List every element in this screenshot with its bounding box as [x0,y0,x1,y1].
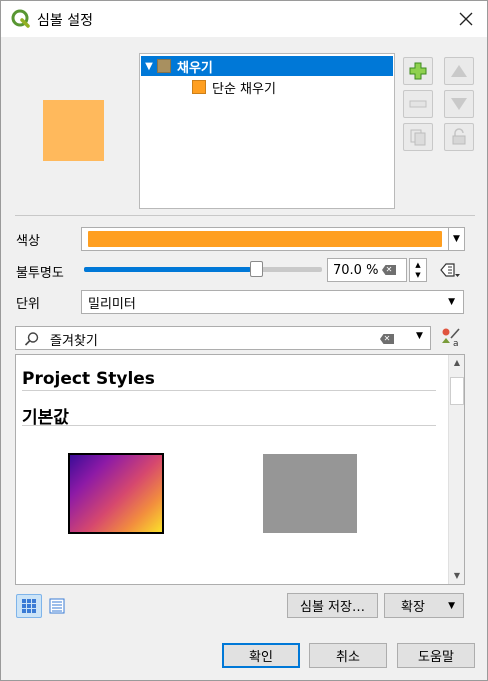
tree-item-label: 채우기 [177,60,213,76]
title-bar: 심볼 설정 [1,1,487,37]
symbol-thumbnail-gray[interactable] [263,454,357,533]
add-layer-button[interactable] [403,57,433,85]
save-symbol-button[interactable]: 심볼 저장… [287,593,378,618]
unit-label: 단위 [16,297,40,312]
unit-select[interactable]: 밀리미터 ▼ [81,290,464,314]
clear-icon[interactable]: ✕ [380,334,394,344]
ok-button[interactable]: 확인 [222,643,300,668]
lock-layer-button[interactable] [444,123,474,151]
opacity-label: 불투명도 [16,266,64,281]
layer-swatch [192,80,206,94]
duplicate-icon [410,129,426,146]
tree-item-simple-fill[interactable]: 단순 채우기 [192,77,276,97]
style-manager-button[interactable]: a [439,326,465,350]
chevron-down-icon: ▼ [448,297,455,307]
color-label: 색상 [16,234,40,249]
arrow-down-icon [451,98,467,110]
chevron-down-icon[interactable]: ▼ [415,270,420,280]
scroll-down-icon[interactable]: ▼ [449,568,464,584]
tree-item-label: 단순 채우기 [212,81,276,97]
window-title: 심볼 설정 [37,13,93,29]
color-swatch [88,231,442,247]
opacity-stepper[interactable]: ▲ ▼ [409,258,427,282]
tree-item-fill[interactable]: ▼ 채우기 [141,56,393,76]
opacity-slider-handle[interactable] [250,261,263,277]
chevron-down-icon[interactable]: ▼ [416,331,423,341]
qgis-logo-icon [11,9,30,28]
divider [15,215,475,216]
data-defined-override-button[interactable] [437,259,463,281]
opacity-value: 70.0 % [333,262,379,278]
cancel-button[interactable]: 취소 [309,643,387,668]
expand-arrow-icon[interactable]: ▼ [141,61,157,72]
duplicate-layer-button[interactable] [403,123,433,151]
unit-value: 밀리미터 [88,296,136,312]
layer-swatch [157,59,171,73]
search-input[interactable]: 즐겨찾기 [50,330,98,349]
close-icon [459,12,473,26]
symbol-preview [43,100,104,161]
scroll-up-icon[interactable]: ▲ [449,355,464,371]
color-button[interactable] [81,227,449,251]
group-heading: Project Styles [22,369,155,389]
icon-view-button[interactable] [16,594,42,618]
symbol-library[interactable]: Project Styles 기본값 ▲ ▼ [15,354,465,585]
list-view-button[interactable] [44,594,70,618]
data-defined-icon [440,263,460,277]
grid-view-icon [22,599,36,613]
opacity-spinbox[interactable]: 70.0 % ✕ [327,258,407,282]
clear-icon[interactable]: ✕ [382,265,396,275]
advanced-menu-button[interactable]: 확장 ▼ [384,593,464,618]
arrow-up-icon [451,65,467,77]
library-scrollbar[interactable]: ▲ ▼ [448,355,464,584]
symbol-thumbnail-gradient[interactable] [68,453,164,534]
symbol-layer-tree[interactable]: ▼ 채우기 단순 채우기 [139,53,395,209]
search-icon [24,332,39,346]
group-divider [22,390,436,391]
chevron-down-icon: ▼ [448,600,455,611]
remove-layer-button[interactable] [403,90,433,118]
color-menu-button[interactable]: ▼ [449,227,465,251]
plus-icon [409,62,427,80]
style-manager-icon: a [442,328,460,349]
close-button[interactable] [453,7,479,31]
svg-text:a: a [453,339,459,349]
opacity-slider-fill [84,267,251,272]
chevron-up-icon[interactable]: ▲ [415,260,420,270]
opacity-slider[interactable] [84,267,322,272]
symbol-settings-dialog: 심볼 설정 ▼ 채우기 단순 채우기 색상 ▼ 불투명도 70.0 % ✕ ▲ … [0,0,488,681]
scroll-thumb[interactable] [450,377,464,405]
lock-icon [452,128,466,145]
chevron-down-icon: ▼ [453,234,460,244]
move-up-button[interactable] [444,57,474,85]
advanced-label: 확장 [401,600,425,615]
list-view-icon [49,598,65,614]
help-button[interactable]: 도움말 [397,643,475,668]
symbol-search[interactable]: 즐겨찾기 ✕ ▼ [15,326,431,350]
group-divider [22,425,436,426]
move-down-button[interactable] [444,90,474,118]
minus-icon [409,100,427,108]
